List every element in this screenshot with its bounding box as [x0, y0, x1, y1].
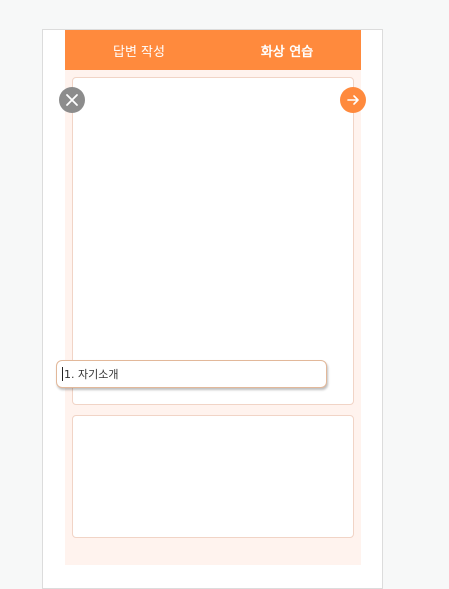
arrow-right-icon — [347, 95, 359, 105]
question-select-value: 1. 자기소개 — [64, 368, 119, 381]
close-icon — [66, 94, 78, 106]
tab-bar: 답변 작성 화상 연습 — [65, 30, 361, 70]
text-caret — [62, 367, 63, 381]
question-select[interactable]: 1. 자기소개 — [56, 360, 327, 388]
video-panel — [72, 77, 354, 405]
tab-answer-writing[interactable]: 답변 작성 — [65, 30, 213, 70]
tab-video-practice[interactable]: 화상 연습 — [213, 30, 361, 70]
answer-panel — [72, 415, 354, 538]
next-button[interactable] — [340, 87, 366, 113]
close-button[interactable] — [59, 87, 85, 113]
practice-card: 답변 작성 화상 연습 — [42, 29, 383, 589]
